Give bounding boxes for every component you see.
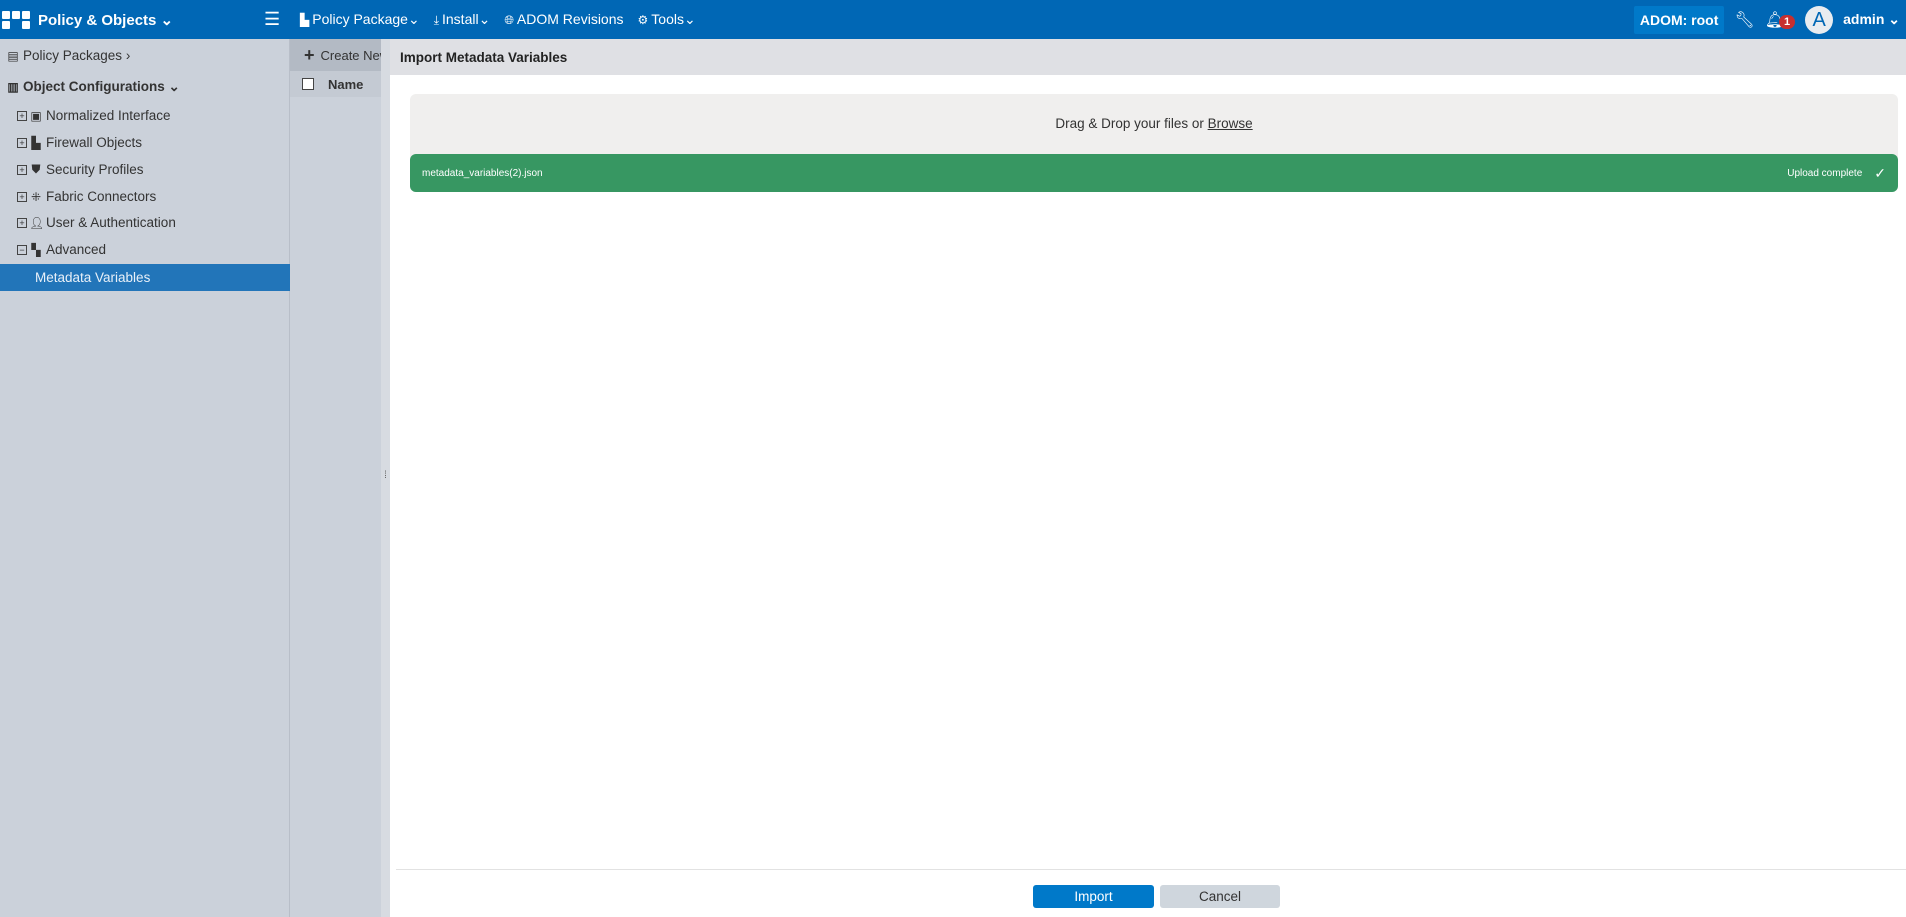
label: Object Configurations [23,79,165,94]
nav-policy-package[interactable]: ▙ Policy Package⌄ [300,11,420,28]
notification-badge: 1 [1779,14,1796,29]
sidebar: ▤ Policy Packages › ▥ Object Configuration… [0,39,290,917]
create-new-button[interactable]: + Create New [290,39,381,71]
plus-icon: + [304,44,315,65]
hamburger-menu-icon[interactable]: ☰ [264,9,280,30]
app-menu[interactable]: Policy & Objects ⌄ [38,11,173,29]
clipboard-icon: ▤ [7,48,19,63]
user-icon: 👤︎ [29,215,45,230]
advanced-icon: ▚ [31,242,41,257]
uploaded-file: metadata_variables(2).json Upload comple… [410,154,1898,192]
adom-selector[interactable]: ADOM: root [1633,5,1725,34]
label: Fabric Connectors [46,189,157,204]
table-header: Name [290,71,381,97]
dialog-title: Import Metadata Variables [390,39,1906,75]
app-title: Policy & Objects [38,11,157,29]
sidebar-item-fabric-connectors[interactable]: + ⁜ Fabric Connectors [0,183,290,210]
connector-icon: ⁜ [30,189,42,204]
select-all-checkbox[interactable] [302,78,314,90]
collapse-icon[interactable]: − [17,244,27,255]
gear-icon: ⚙ [637,13,649,27]
columns-icon: ▥ [7,79,19,94]
top-nav: ▙ Policy Package⌄ ⤓ Install⌄ 🌐︎ ADOM Revisi… [300,0,696,39]
footer-divider [396,869,1906,870]
sidebar-item-advanced[interactable]: − ▚ Advanced [0,236,290,263]
avatar[interactable]: A [1805,5,1834,34]
fortinet-logo-icon [2,10,30,29]
file-name: metadata_variables(2).json [422,167,543,179]
browse-link[interactable]: Browse [1208,116,1253,131]
user-name: admin [1843,11,1885,27]
firewall-icon: ▙ [31,135,41,150]
top-header: Policy & Objects ⌄ ☰ ▙ Policy Package⌄ ⤓ I… [0,0,1906,39]
drop-text: Drag & Drop your files or Browse [410,116,1898,131]
file-drop-zone[interactable]: Drag & Drop your files or Browse metadat… [410,94,1898,192]
sidebar-item-firewall-objects[interactable]: + ▙ Firewall Objects [0,129,290,156]
sidebar-item-normalized-interface[interactable]: + ▣ Normalized Interface [0,102,290,129]
globe-icon: 🌐︎ [504,13,514,27]
pane-resize-handle[interactable]: ⁞ [381,39,390,917]
nav-label: Install [442,11,479,27]
nav-install[interactable]: ⤓ Install⌄ [434,11,491,28]
import-dialog: Import Metadata Variables Drag & Drop yo… [390,39,1906,917]
nav-label: Tools [651,11,684,27]
sidebar-policy-packages[interactable]: ▤ Policy Packages › [0,42,290,69]
wrench-icon[interactable]: 🔧︎ [1734,10,1754,30]
sidebar-item-user-authentication[interactable]: + 👤︎ User & Authentication [0,209,290,236]
label: Security Profiles [46,162,144,177]
sidebar-item-security-profiles[interactable]: + ⛊ Security Profiles [0,156,290,183]
expand-icon[interactable]: + [17,164,27,175]
nav-adom-revisions[interactable]: 🌐︎ ADOM Revisions [504,11,623,28]
interface-icon: ▣ [30,108,42,123]
notifications-button[interactable]: 🔔︎1 [1765,10,1796,30]
shield-icon: ⛊ [31,162,41,176]
expand-icon[interactable]: + [17,217,27,228]
label: Normalized Interface [46,108,171,123]
nav-tools[interactable]: ⚙ Tools⌄ [638,11,696,28]
label: Advanced [46,242,107,257]
drop-instructions: Drag & Drop your files or [1055,116,1208,131]
nav-label: ADOM Revisions [516,11,624,27]
expand-icon[interactable]: + [17,110,27,121]
check-icon: ✓ [1874,164,1886,181]
name-column-header[interactable]: Name [328,77,363,92]
nav-label: Policy Package [312,11,408,27]
sidebar-item-metadata-variables[interactable]: Metadata Variables [0,264,290,291]
import-button[interactable]: Import [1033,885,1154,908]
list-pane: + Create New Name [290,39,381,917]
user-menu[interactable]: admin ⌄ [1843,11,1900,28]
label: Policy Packages [23,48,123,63]
cancel-button[interactable]: Cancel [1160,885,1280,908]
expand-icon[interactable]: + [17,137,27,148]
document-icon: ▙ [300,13,310,27]
label: Create New [320,47,381,63]
upload-status: Upload complete [1787,167,1863,179]
sidebar-object-configurations[interactable]: ▥ Object Configurations ⌄ [0,73,290,100]
expand-icon[interactable]: + [17,191,27,202]
label: Firewall Objects [46,135,143,150]
label: User & Authentication [46,215,176,230]
download-icon: ⤓ [433,13,439,27]
